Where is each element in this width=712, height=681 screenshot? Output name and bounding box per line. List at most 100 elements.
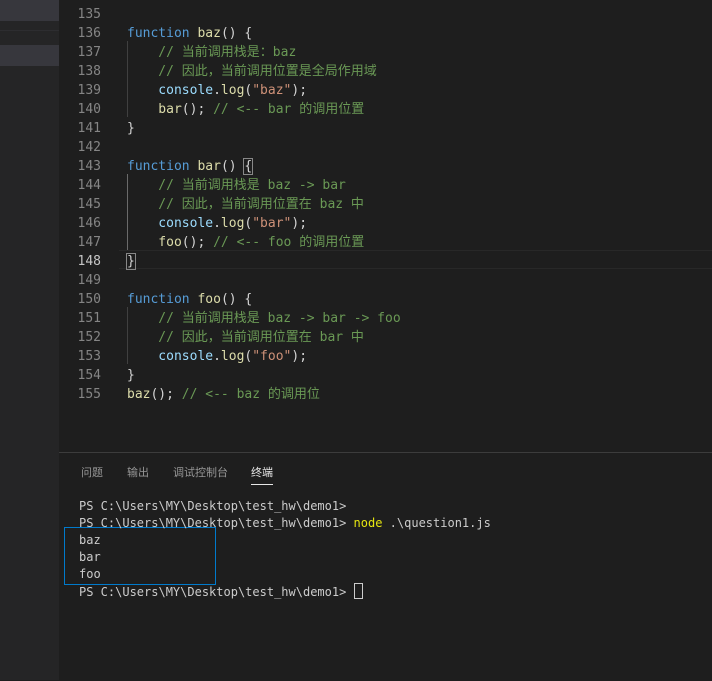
code-text: console.log("baz"); — [127, 81, 307, 100]
code-line[interactable]: 148} — [59, 252, 712, 271]
tab-problems[interactable]: 问题 — [81, 465, 103, 481]
tab-terminal[interactable]: 终端 — [251, 465, 273, 485]
line-number: 145 — [77, 197, 101, 212]
token: baz — [197, 26, 221, 41]
code-text: // 因此，当前调用位置是全局作用域 — [127, 62, 377, 81]
token: log — [220, 83, 245, 98]
code-editor[interactable]: 135 136 function baz() {137 // 当前调用栈是：baz 1… — [59, 0, 712, 452]
token: } — [126, 253, 136, 270]
line-number: 137 — [77, 45, 101, 60]
line-number: 144 — [77, 178, 101, 193]
line-number: 148 — [77, 254, 101, 269]
token: (); — [181, 102, 214, 117]
code-line[interactable]: 146 console.log("bar"); — [59, 214, 712, 233]
terminal-line: PS C:\Users\MY\Desktop\test_hw\demo1> — [79, 499, 347, 513]
code-text: function baz() { — [127, 24, 252, 43]
code-text: // 当前调用栈是：baz — [127, 43, 296, 62]
code-text: baz(); // <-- baz 的调用位 — [127, 385, 320, 404]
token: baz — [127, 387, 151, 402]
line-number: 147 — [77, 235, 101, 250]
code-line[interactable]: 154} — [59, 366, 712, 385]
code-line[interactable]: 151 // 当前调用栈是 baz -> bar -> foo — [59, 309, 712, 328]
terminal-line: PS C:\Users\MY\Desktop\test_hw\demo1> no… — [79, 516, 491, 530]
code-text: // 当前调用栈是 baz -> bar — [127, 176, 346, 195]
line-number: 140 — [77, 102, 101, 117]
code-line[interactable]: 152 // 因此，当前调用位置在 bar 中 — [59, 328, 712, 347]
token: // <-- foo 的调用位置 — [213, 235, 365, 250]
code-text: // 当前调用栈是 baz -> bar -> foo — [127, 309, 401, 328]
token: } — [127, 121, 135, 136]
code-line[interactable]: 138 // 因此，当前调用位置是全局作用域 — [59, 62, 712, 81]
line-number: 155 — [77, 387, 101, 402]
line-number: 135 — [77, 7, 101, 22]
code-text: } — [127, 119, 135, 138]
code-text: console.log("foo"); — [127, 347, 307, 366]
line-number: 151 — [77, 311, 101, 326]
token: . — [213, 349, 221, 364]
line-number: 153 — [77, 349, 101, 364]
token: // 因此，当前调用位置在 bar 中 — [127, 330, 364, 345]
token: (); — [150, 387, 182, 402]
token: // 因此，当前调用位置是全局作用域 — [127, 64, 377, 79]
sidebar-item[interactable] — [0, 45, 59, 66]
token: function — [127, 159, 198, 174]
token: // 当前调用栈是 baz -> bar -> foo — [127, 311, 401, 326]
code-text: foo(); // <-- foo 的调用位置 — [127, 233, 364, 252]
token: log — [220, 349, 245, 364]
code-line[interactable]: 141} — [59, 119, 712, 138]
code-line[interactable]: 149 — [59, 271, 712, 290]
code-line[interactable]: 140 bar(); // <-- bar 的调用位置 — [59, 100, 712, 119]
token: ); — [291, 349, 308, 364]
token: bar — [197, 159, 221, 174]
code-line[interactable]: 142 — [59, 138, 712, 157]
token: { — [243, 158, 254, 175]
code-line[interactable]: 155 baz(); // <-- baz 的调用位 — [59, 385, 712, 404]
token: console — [127, 83, 214, 98]
token: // 当前调用栈是：baz — [127, 45, 297, 60]
token: ); — [291, 216, 308, 231]
line-number: 146 — [77, 216, 101, 231]
token: "bar" — [252, 216, 292, 231]
token: // <-- baz 的调用位 — [181, 387, 320, 402]
code-line[interactable]: 137 // 当前调用栈是：baz — [59, 43, 712, 62]
code-text: } — [127, 366, 135, 385]
token: function — [127, 292, 198, 307]
token: bar — [127, 102, 182, 117]
terminal-line[interactable]: PS C:\Users\MY\Desktop\test_hw\demo1> — [79, 583, 363, 601]
token: foo — [127, 235, 182, 250]
code-line[interactable]: 143 function bar() { — [59, 157, 712, 176]
line-number: 141 — [77, 121, 101, 136]
token: foo — [197, 292, 221, 307]
line-number: 138 — [77, 64, 101, 79]
terminal-cursor — [353, 583, 363, 599]
code-line[interactable]: 147 foo(); // <-- foo 的调用位置 — [59, 233, 712, 252]
code-line[interactable]: 150 function foo() { — [59, 290, 712, 309]
code-line[interactable]: 135 — [59, 5, 712, 24]
code-text: function foo() { — [127, 290, 252, 309]
token: } — [127, 368, 135, 383]
line-number: 152 — [77, 330, 101, 345]
code-line[interactable]: 136 function baz() { — [59, 24, 712, 43]
code-line[interactable]: 139 console.log("baz"); — [59, 81, 712, 100]
terminal-output: foo — [79, 567, 101, 581]
tab-output[interactable]: 输出 — [127, 465, 149, 481]
code-text: console.log("bar"); — [127, 214, 307, 233]
terminal-output: baz — [79, 533, 101, 547]
code-line[interactable]: 145 // 因此，当前调用位置在 baz 中 — [59, 195, 712, 214]
bottom-panel: 问题 输出 调试控制台 终端 PS C:\Users\MY\Desktop\te… — [59, 452, 712, 681]
code-text: bar(); // <-- bar 的调用位置 — [127, 100, 364, 119]
sidebar-divider — [0, 30, 59, 31]
code-text: } — [126, 252, 136, 271]
token: "foo" — [252, 349, 292, 364]
token: () { — [220, 292, 253, 307]
code-line[interactable]: 153 console.log("foo"); — [59, 347, 712, 366]
line-number: 142 — [77, 140, 101, 155]
terminal-command: node — [353, 516, 383, 530]
token: console — [127, 216, 214, 231]
code-line[interactable]: 144 // 当前调用栈是 baz -> bar — [59, 176, 712, 195]
tab-debug-console[interactable]: 调试控制台 — [173, 465, 228, 481]
token: "baz" — [252, 83, 292, 98]
line-number: 139 — [77, 83, 101, 98]
line-number: 143 — [77, 159, 101, 174]
sidebar-item[interactable] — [0, 0, 59, 21]
